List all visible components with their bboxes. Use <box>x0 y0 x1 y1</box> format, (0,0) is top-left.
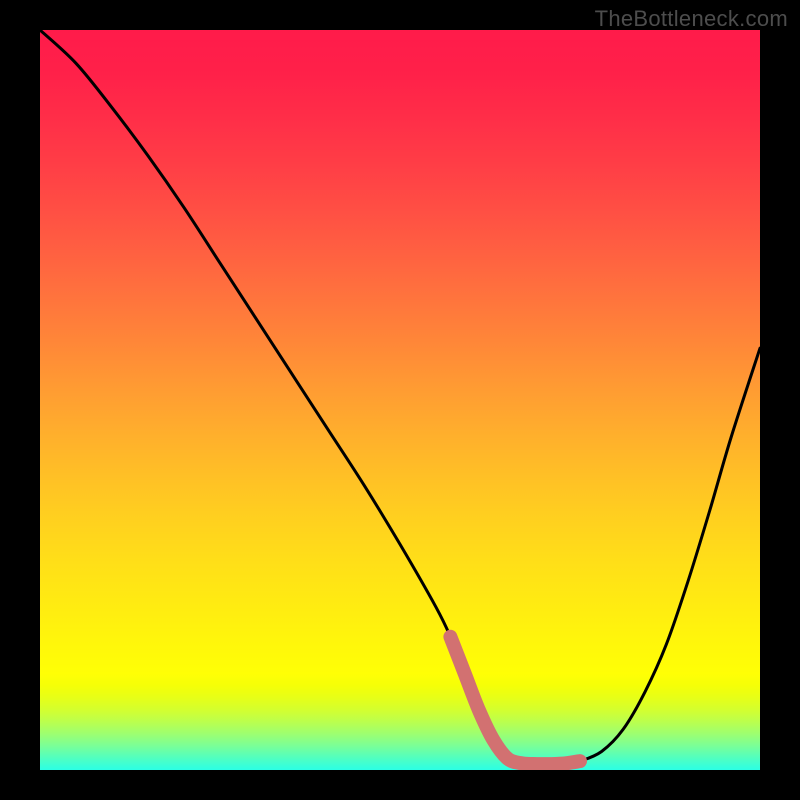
chart-svg <box>40 30 760 770</box>
gradient-background <box>40 30 760 770</box>
plot-area <box>40 30 760 770</box>
attribution-label: TheBottleneck.com <box>595 6 788 32</box>
chart-stage: TheBottleneck.com <box>0 0 800 800</box>
